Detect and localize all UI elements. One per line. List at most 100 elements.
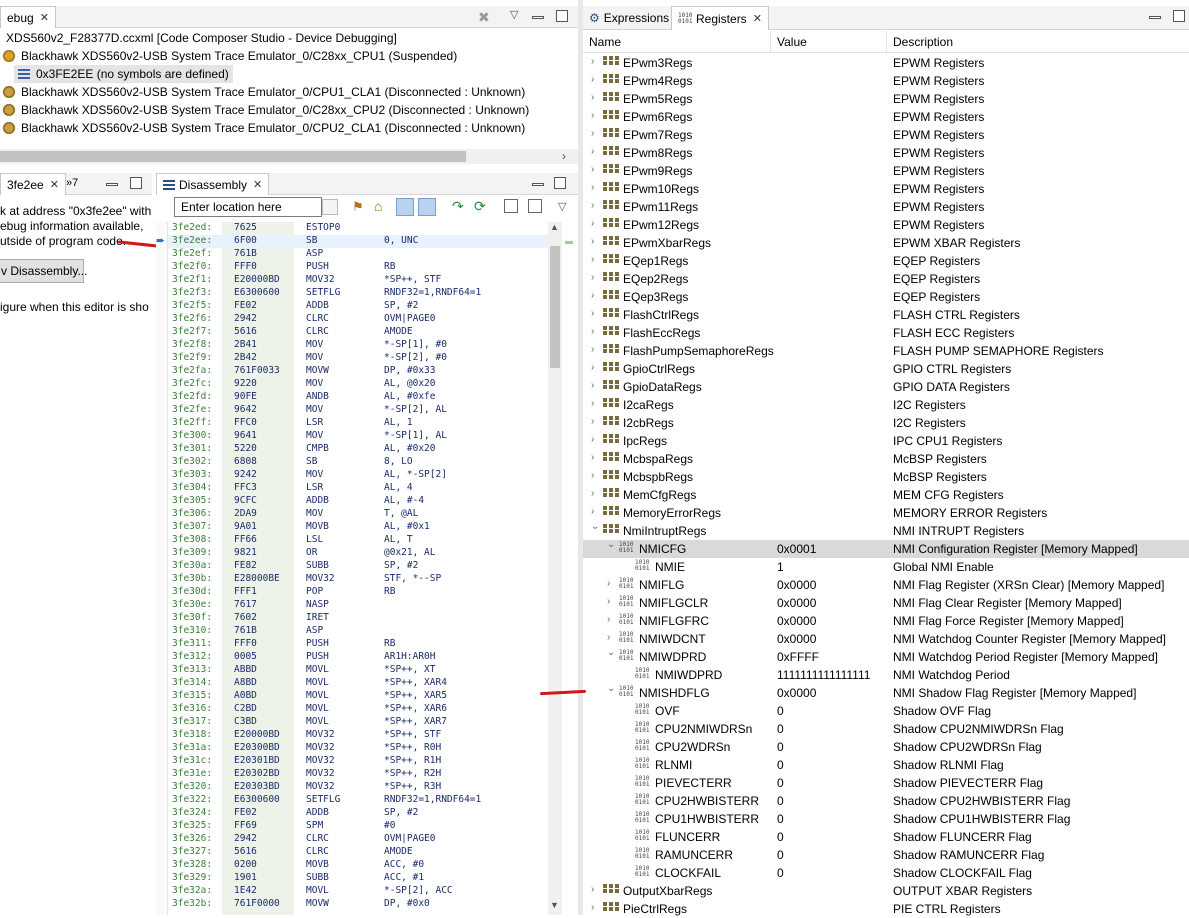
register-row[interactable]: › FlashCtrlRegs FLASH CTRL Registers [583, 306, 1189, 324]
expand-icon[interactable]: › [607, 614, 610, 625]
register-row[interactable]: › GpioDataRegs GPIO DATA Registers [583, 378, 1189, 396]
refresh-icon[interactable]: ⟳ [474, 198, 486, 215]
expand-icon[interactable]: › [591, 326, 594, 337]
debug-row-frame[interactable]: 0x3FE2EE (no symbols are defined) [14, 65, 233, 83]
disassembly-row[interactable]: 3fe30b: E28000BE MOV32 STF, *--SP [156, 573, 548, 586]
expand-icon[interactable]: › [591, 362, 594, 373]
expand-icon[interactable]: › [591, 146, 594, 157]
register-row[interactable]: 1010 0101 NMIWDPRD 1111111111111111 NMI Watc… [583, 666, 1189, 684]
step-over-icon[interactable]: ↷ [452, 198, 464, 215]
view-menu-icon[interactable]: ▽ [510, 8, 518, 21]
disassembly-row[interactable]: 3fe317: C3BD MOVL *SP++, XAR7 [156, 716, 548, 729]
register-row[interactable]: › IpcRegs IPC CPU1 Registers [583, 432, 1189, 450]
disassembly-row[interactable]: 3fe305: 9CFC ADDB AL, #-4 [156, 495, 548, 508]
expand-icon[interactable]: › [591, 182, 594, 193]
expand-icon[interactable]: › [591, 254, 594, 265]
disassembly-row[interactable]: 3fe2f5: FE02 ADDB SP, #2 [156, 300, 548, 313]
disassembly-row[interactable]: 3fe324: FE02 ADDB SP, #2 [156, 807, 548, 820]
expand-icon[interactable]: › [591, 200, 594, 211]
expand-icon[interactable]: › [591, 164, 594, 175]
column-value[interactable]: Value [777, 35, 807, 49]
disassembly-row[interactable]: 3fe318: E20000BD MOV32 *SP++, STF [156, 729, 548, 742]
tab-registers[interactable]: 1010 0101 Registers ✕ [671, 6, 769, 30]
register-row[interactable]: 1010 0101 PIEVECTERR 0 Shadow PIEVECTERR Fla… [583, 774, 1189, 792]
disassembly-row[interactable]: 3fe2f7: 5616 CLRC AMODE [156, 326, 548, 339]
disassembly-row[interactable]: 3fe2ee: 6F00 SB 0, UNC [156, 235, 548, 248]
register-row[interactable]: › McbspaRegs McBSP Registers [583, 450, 1189, 468]
register-row[interactable]: › MemoryErrorRegs MEMORY ERROR Registers [583, 504, 1189, 522]
show-source-icon[interactable] [396, 198, 414, 216]
expand-icon[interactable]: › [591, 434, 594, 445]
register-row[interactable]: › EQep2Regs EQEP Registers [583, 270, 1189, 288]
register-row[interactable]: › 1010 0101 NMIFLGFRC 0x0000 NMI Flag Force R… [583, 612, 1189, 630]
disassembly-row[interactable]: 3fe302: 6808 SB 8, LO [156, 456, 548, 469]
minimize-icon[interactable] [532, 16, 544, 19]
expand-icon[interactable]: › [591, 92, 594, 103]
expand-icon[interactable]: › [607, 632, 610, 643]
collapse-icon[interactable]: ⌄ [607, 539, 615, 550]
expand-icon[interactable]: › [591, 290, 594, 301]
disassembly-row[interactable]: 3fe329: 1901 SUBB ACC, #1 [156, 872, 548, 885]
pin-icon[interactable] [528, 199, 542, 213]
close-icon[interactable]: ✕ [40, 11, 49, 24]
register-row[interactable]: › I2cbRegs I2C Registers [583, 414, 1189, 432]
disassembly-row[interactable]: 3fe30d: FFF1 POP RB [156, 586, 548, 599]
expand-icon[interactable]: › [591, 74, 594, 85]
minimize-icon[interactable] [1149, 16, 1161, 19]
expand-icon[interactable]: › [591, 488, 594, 499]
register-row[interactable]: › 1010 0101 NMIWDCNT 0x0000 NMI Watchdog Coun… [583, 630, 1189, 648]
minimize-icon[interactable] [532, 183, 544, 186]
maximize-icon[interactable] [554, 177, 566, 189]
expand-icon[interactable]: › [591, 506, 594, 517]
expand-icon[interactable]: › [591, 272, 594, 283]
scroll-right-icon[interactable]: › [562, 149, 566, 163]
home-icon[interactable]: ⌂ [374, 198, 382, 214]
expand-icon[interactable]: › [591, 344, 594, 355]
register-row[interactable]: › 1010 0101 NMIFLG 0x0000 NMI Flag Register (… [583, 576, 1189, 594]
register-row[interactable]: › PieCtrlRegs PIE CTRL Registers [583, 900, 1189, 918]
disassembly-row[interactable]: 3fe301: 5220 CMPB AL, #0x20 [156, 443, 548, 456]
register-row[interactable]: › McbspbRegs McBSP Registers [583, 468, 1189, 486]
column-name[interactable]: Name [589, 35, 621, 49]
disassembly-row[interactable]: 3fe2f3: E6300600 SETFLG RNDF32=1,RNDF64=1 [156, 287, 548, 300]
disassembly-vscrollbar[interactable]: ▲ ▼ [548, 222, 562, 915]
register-row[interactable]: 1010 0101 CPU2WDRSn 0 Shadow CPU2WDRSn Flag [583, 738, 1189, 756]
disassembly-row[interactable]: 3fe308: FF66 LSL AL, T [156, 534, 548, 547]
disassembly-row[interactable]: 3fe306: 2DA9 MOV T, @AL [156, 508, 548, 521]
debug-row-cpu1[interactable]: Blackhawk XDS560v2-USB System Trace Emul… [2, 47, 457, 65]
register-row[interactable]: 1010 0101 CPU2NMIWDRSn 0 Shadow CPU2NMIWDRSn… [583, 720, 1189, 738]
close-icon[interactable]: ✕ [253, 178, 262, 191]
link-to-source-icon[interactable]: ⚑ [352, 199, 364, 215]
disassembly-row[interactable]: 3fe30e: 7617 NASP [156, 599, 548, 612]
view-menu-icon[interactable]: ▽ [558, 200, 566, 213]
remove-all-terminated-icon[interactable]: ✖ [478, 9, 490, 26]
disassembly-row[interactable]: 3fe31a: E20300BD MOV32 *SP++, R0H [156, 742, 548, 755]
register-row[interactable]: › GpioCtrlRegs GPIO CTRL Registers [583, 360, 1189, 378]
disassembly-row[interactable]: 3fe2fe: 9642 MOV *-SP[2], AL [156, 404, 548, 417]
disassembly-row[interactable]: 3fe327: 5616 CLRC AMODE [156, 846, 548, 859]
disassembly-row[interactable]: 3fe316: C2BD MOVL *SP++, XAR6 [156, 703, 548, 716]
register-row[interactable]: ⌄ NmiIntruptRegs NMI INTRUPT Registers [583, 521, 1189, 540]
collapse-icon[interactable]: ⌄ [607, 647, 615, 658]
register-row[interactable]: 1010 0101 CPU1HWBISTERR 0 Shadow CPU1HWBISTE… [583, 810, 1189, 828]
disassembly-row[interactable]: 3fe2f9: 2B42 MOV *-SP[2], #0 [156, 352, 548, 365]
debug-hscrollbar[interactable]: › [0, 149, 578, 164]
disassembly-row[interactable]: 3fe2f0: FFF0 PUSH RB [156, 261, 548, 274]
disassembly-row[interactable]: 3fe2fd: 90FE ANDB AL, #0xfe [156, 391, 548, 404]
disassembly-row[interactable]: 3fe2ef: 761B ASP [156, 248, 548, 261]
register-row[interactable]: › EQep1Regs EQEP Registers [583, 252, 1189, 270]
scroll-up-icon[interactable]: ▲ [550, 222, 559, 232]
go-to-location-icon[interactable] [322, 199, 338, 215]
register-row[interactable]: › EPwmXbarRegs EPWM XBAR Registers [583, 234, 1189, 252]
register-row[interactable]: 1010 0101 RLNMI 0 Shadow RLNMI Flag [583, 756, 1189, 774]
disassembly-row[interactable]: 3fe2f1: E20000BD MOV32 *SP++, STF [156, 274, 548, 287]
register-row[interactable]: › EPwm9Regs EPWM Registers [583, 162, 1189, 180]
minimize-icon[interactable] [106, 183, 118, 186]
debug-root[interactable]: XDS560v2_F28377D.ccxml [Code Composer St… [6, 29, 397, 47]
expand-icon[interactable]: › [591, 398, 594, 409]
register-row[interactable]: › EQep3Regs EQEP Registers [583, 288, 1189, 306]
register-row[interactable]: 1010 0101 CPU2HWBISTERR 0 Shadow CPU2HWBISTE… [583, 792, 1189, 810]
register-row[interactable]: › EPwm8Regs EPWM Registers [583, 144, 1189, 162]
register-row[interactable]: › EPwm4Regs EPWM Registers [583, 72, 1189, 90]
tab-overflow[interactable]: »7 [66, 177, 78, 189]
